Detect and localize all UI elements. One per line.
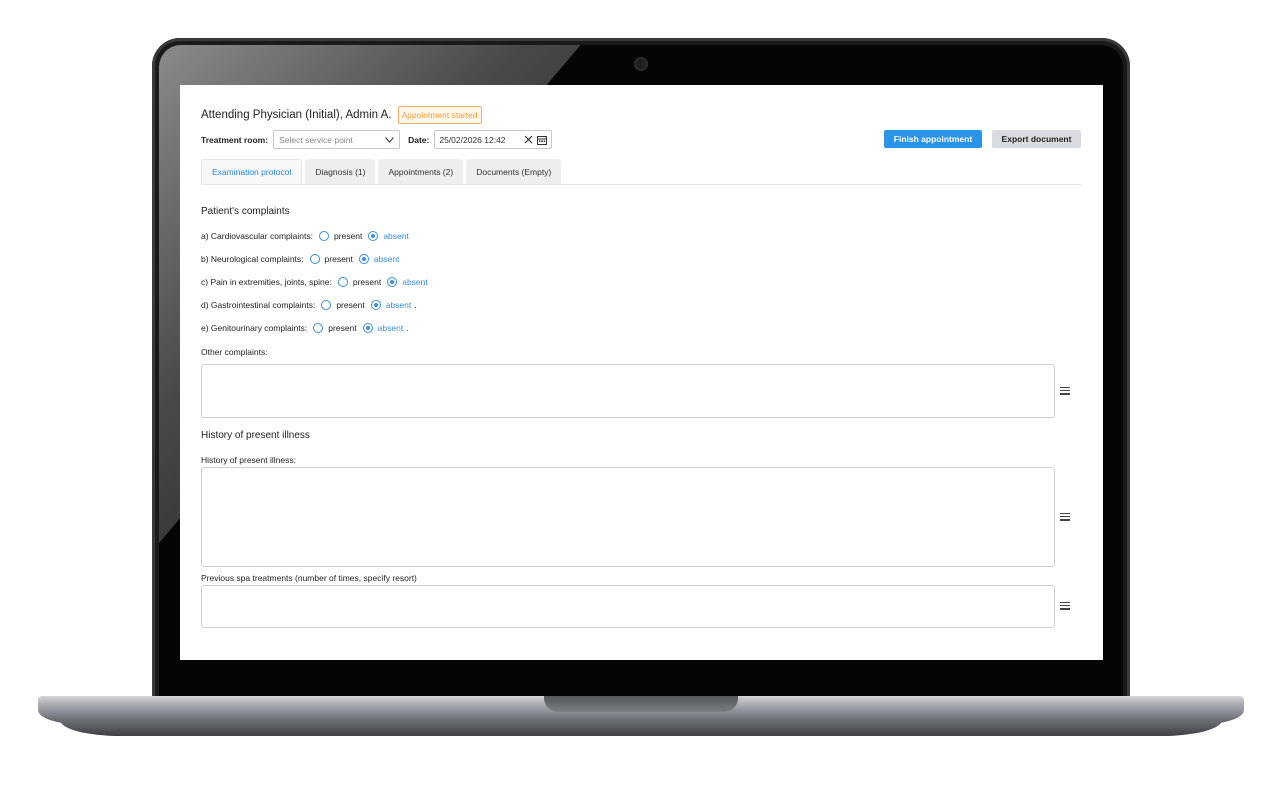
complaint-label: b) Neurological complaints: bbox=[201, 254, 304, 264]
complaint-row-gastrointestinal: d) Gastrointestinal complaints: present … bbox=[201, 300, 417, 310]
calendar-icon[interactable] bbox=[537, 135, 548, 145]
history-section-title: History of present illness bbox=[201, 430, 310, 441]
tab-appointments[interactable]: Appointments (2) bbox=[378, 159, 464, 184]
option-present-label: present bbox=[352, 277, 382, 287]
tab-diagnosis[interactable]: Diagnosis (1) bbox=[305, 159, 376, 184]
radio-present[interactable] bbox=[337, 277, 348, 287]
webcam-icon bbox=[634, 57, 648, 71]
option-absent-label: absent bbox=[383, 231, 409, 241]
status-badge: Appointment started bbox=[397, 106, 482, 124]
export-document-button[interactable]: Export document bbox=[992, 130, 1081, 148]
laptop-base-bottom bbox=[60, 720, 1222, 736]
radio-absent[interactable] bbox=[362, 323, 373, 333]
tab-examination-protocol[interactable]: Examination protocol bbox=[201, 159, 303, 184]
radio-present[interactable] bbox=[313, 323, 324, 333]
other-complaints-label: Other complaints: bbox=[201, 347, 268, 357]
menu-icon[interactable] bbox=[1060, 387, 1070, 395]
radio-absent[interactable] bbox=[358, 254, 369, 264]
date-label: Date: bbox=[408, 134, 430, 145]
date-field[interactable]: 25/02/2026 12:42 bbox=[434, 130, 553, 149]
menu-icon[interactable] bbox=[1060, 513, 1070, 521]
tab-divider bbox=[201, 184, 1081, 185]
tab-bar: Examination protocol Diagnosis (1) Appoi… bbox=[201, 159, 562, 184]
treatment-room-placeholder: Select service point bbox=[279, 134, 353, 145]
appointment-toolbar: Treatment room: Select service point Dat… bbox=[201, 130, 553, 149]
option-present-label: present bbox=[336, 300, 365, 310]
radio-present[interactable] bbox=[318, 231, 329, 241]
complaint-row-neurological: b) Neurological complaints: present abse… bbox=[201, 254, 399, 264]
option-absent-label: absent bbox=[373, 254, 400, 264]
app-screen: Attending Physician (Initial), Admin A. … bbox=[180, 85, 1103, 660]
complaint-row-cardiovascular: a) Cardiovascular complaints: present ab… bbox=[201, 231, 409, 241]
treatment-room-label: Treatment room: bbox=[201, 134, 269, 145]
spa-treatments-textarea[interactable] bbox=[201, 585, 1055, 628]
complaints-section-title: Patient's complaints bbox=[201, 206, 290, 217]
complaint-row-pain: c) Pain in extremities, joints, spine: p… bbox=[201, 277, 428, 287]
finish-appointment-button[interactable]: Finish appointment bbox=[884, 130, 982, 148]
treatment-room-select[interactable]: Select service point bbox=[273, 130, 401, 149]
option-present-label: present bbox=[328, 323, 357, 333]
laptop-hinge-notch bbox=[544, 696, 738, 712]
clear-icon[interactable] bbox=[524, 135, 533, 144]
menu-icon[interactable] bbox=[1060, 602, 1070, 610]
date-value: 25/02/2026 12:42 bbox=[439, 134, 506, 145]
complaint-label: a) Cardiovascular complaints: bbox=[201, 231, 313, 241]
option-present-label: present bbox=[333, 231, 363, 241]
tab-documents[interactable]: Documents (Empty) bbox=[466, 159, 562, 184]
appointment-header: Attending Physician (Initial), Admin A. … bbox=[201, 106, 482, 124]
chevron-down-icon bbox=[385, 136, 395, 143]
trailing-dot: . bbox=[414, 300, 417, 310]
complaint-row-genitourinary: e) Genitourinary complaints: present abs… bbox=[201, 323, 409, 333]
complaint-label: e) Genitourinary complaints: bbox=[201, 323, 308, 333]
other-complaints-textarea[interactable] bbox=[201, 364, 1055, 418]
trailing-dot: . bbox=[406, 323, 409, 333]
radio-absent[interactable] bbox=[368, 231, 379, 241]
complaint-label: d) Gastrointestinal complaints: bbox=[201, 300, 316, 310]
history-textarea[interactable] bbox=[201, 467, 1055, 567]
option-present-label: present bbox=[324, 254, 353, 264]
history-field-label: History of present illness: bbox=[201, 455, 296, 465]
radio-absent[interactable] bbox=[387, 277, 398, 287]
radio-present[interactable] bbox=[321, 300, 332, 310]
radio-absent[interactable] bbox=[370, 300, 381, 310]
radio-present[interactable] bbox=[309, 254, 320, 264]
spa-treatments-label: Previous spa treatments (number of times… bbox=[201, 573, 417, 583]
complaint-label: c) Pain in extremities, joints, spine: bbox=[201, 277, 332, 287]
option-absent-label: absent bbox=[377, 323, 404, 333]
physician-name: Attending Physician (Initial), Admin A. bbox=[201, 109, 392, 121]
option-absent-label: absent bbox=[402, 277, 428, 287]
option-absent-label: absent bbox=[385, 300, 412, 310]
